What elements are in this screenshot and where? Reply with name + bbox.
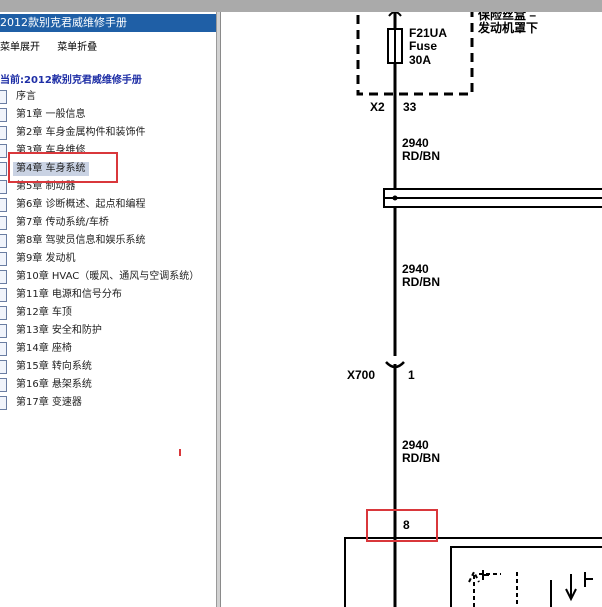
tree-item-label: 序言 bbox=[16, 91, 36, 102]
relay-switch-1-contact bbox=[482, 570, 489, 580]
document-icon bbox=[0, 378, 7, 392]
x2-connector-label: X2 bbox=[370, 100, 385, 114]
collapse-menu-button[interactable]: 菜单折叠 bbox=[57, 42, 97, 53]
document-icon bbox=[0, 288, 7, 302]
menu-toolbar: 菜单展开 菜单折叠 bbox=[0, 38, 111, 53]
splice-dot bbox=[392, 195, 398, 201]
wire-1-circuit: 2940 bbox=[402, 136, 429, 150]
fuse-type: Fuse bbox=[409, 39, 437, 53]
pin-highlight-box bbox=[366, 509, 438, 542]
manual-title: 2012款别克君威维修手册 bbox=[0, 16, 127, 29]
highlight-box-chapter4 bbox=[8, 152, 118, 183]
document-icon bbox=[0, 108, 7, 122]
x700-connector-label: X700 bbox=[347, 368, 375, 382]
relay-switch-1 bbox=[468, 569, 501, 607]
tree-item-label: 第12章 车顶 bbox=[16, 307, 72, 318]
tree-item-label: 第7章 传动系统/车桥 bbox=[16, 217, 109, 228]
relay-switch-2 bbox=[550, 574, 577, 607]
tree-item-label: 第6章 诊断概述、起点和编程 bbox=[16, 199, 146, 210]
document-icon bbox=[0, 234, 7, 248]
wire-3-color: RD/BN bbox=[402, 451, 440, 465]
document-icon bbox=[0, 126, 7, 140]
document-icon bbox=[0, 198, 7, 212]
tree-item-label: 第17章 变速器 bbox=[16, 397, 82, 408]
fuse-name: F21UA bbox=[409, 26, 447, 40]
tree-item-label: 第8章 驾驶员信息和娱乐系统 bbox=[16, 235, 146, 246]
document-icon bbox=[0, 90, 7, 104]
document-icon bbox=[0, 342, 7, 356]
wire-3-circuit: 2940 bbox=[402, 438, 429, 452]
document-icon bbox=[0, 360, 7, 374]
document-icon bbox=[0, 324, 7, 338]
component-pin-label: 8 bbox=[403, 518, 410, 532]
navigation-panel: 2012款别克君威维修手册 菜单展开 菜单折叠 当前:2012款别克君威维修手册… bbox=[0, 12, 216, 607]
wire-2-color: RD/BN bbox=[402, 275, 440, 289]
document-icon bbox=[0, 252, 7, 266]
x2-pin-label: 33 bbox=[403, 100, 417, 114]
expand-menu-button[interactable]: 菜单展开 bbox=[0, 42, 40, 53]
document-icon bbox=[0, 180, 7, 194]
tree-item-label: 第14章 座椅 bbox=[16, 343, 72, 354]
wiring-diagram: 保险丝盒 – 发动机罩下 F21UA Fuse 30A X2 33 2940 R… bbox=[344, 12, 602, 607]
tree-item-label: 第11章 电源和信号分布 bbox=[16, 289, 122, 300]
tree-item-label: 第16章 悬架系统 bbox=[16, 379, 92, 390]
top-frame-bar bbox=[0, 0, 602, 12]
document-icon bbox=[0, 306, 7, 320]
relay-switch-2-contact bbox=[584, 572, 593, 587]
fuse-rating: 30A bbox=[409, 53, 431, 67]
tree-item-label: 第9章 发动机 bbox=[16, 253, 76, 264]
wire-2-circuit: 2940 bbox=[402, 262, 429, 276]
fuse-box-title-2: 发动机罩下 bbox=[477, 20, 538, 35]
wire-1-color: RD/BN bbox=[402, 149, 440, 163]
current-location: 当前:2012款别克君威维修手册 bbox=[0, 75, 142, 86]
document-icon bbox=[0, 162, 7, 176]
tree-item-label: 第10章 HVAC（暖风、通风与空调系统） bbox=[16, 271, 200, 282]
wiring-diagram-view[interactable]: 保险丝盒 – 发动机罩下 F21UA Fuse 30A X2 33 2940 R… bbox=[221, 12, 602, 607]
tree-item-label: 第13章 安全和防护 bbox=[16, 325, 102, 336]
x700-pin-label: 1 bbox=[408, 368, 415, 382]
document-icon bbox=[0, 144, 7, 158]
manual-title-bar: 2012款别克君威维修手册 bbox=[0, 14, 216, 32]
document-icon bbox=[0, 396, 7, 410]
red-tick-mark bbox=[179, 449, 181, 456]
document-icon bbox=[0, 216, 7, 230]
document-icon bbox=[0, 270, 7, 284]
tree-item-label: 第2章 车身金属构件和装饰件 bbox=[16, 127, 146, 138]
tree-item-label: 第1章 一般信息 bbox=[16, 109, 86, 120]
tree-item-label: 第15章 转向系统 bbox=[16, 361, 92, 372]
